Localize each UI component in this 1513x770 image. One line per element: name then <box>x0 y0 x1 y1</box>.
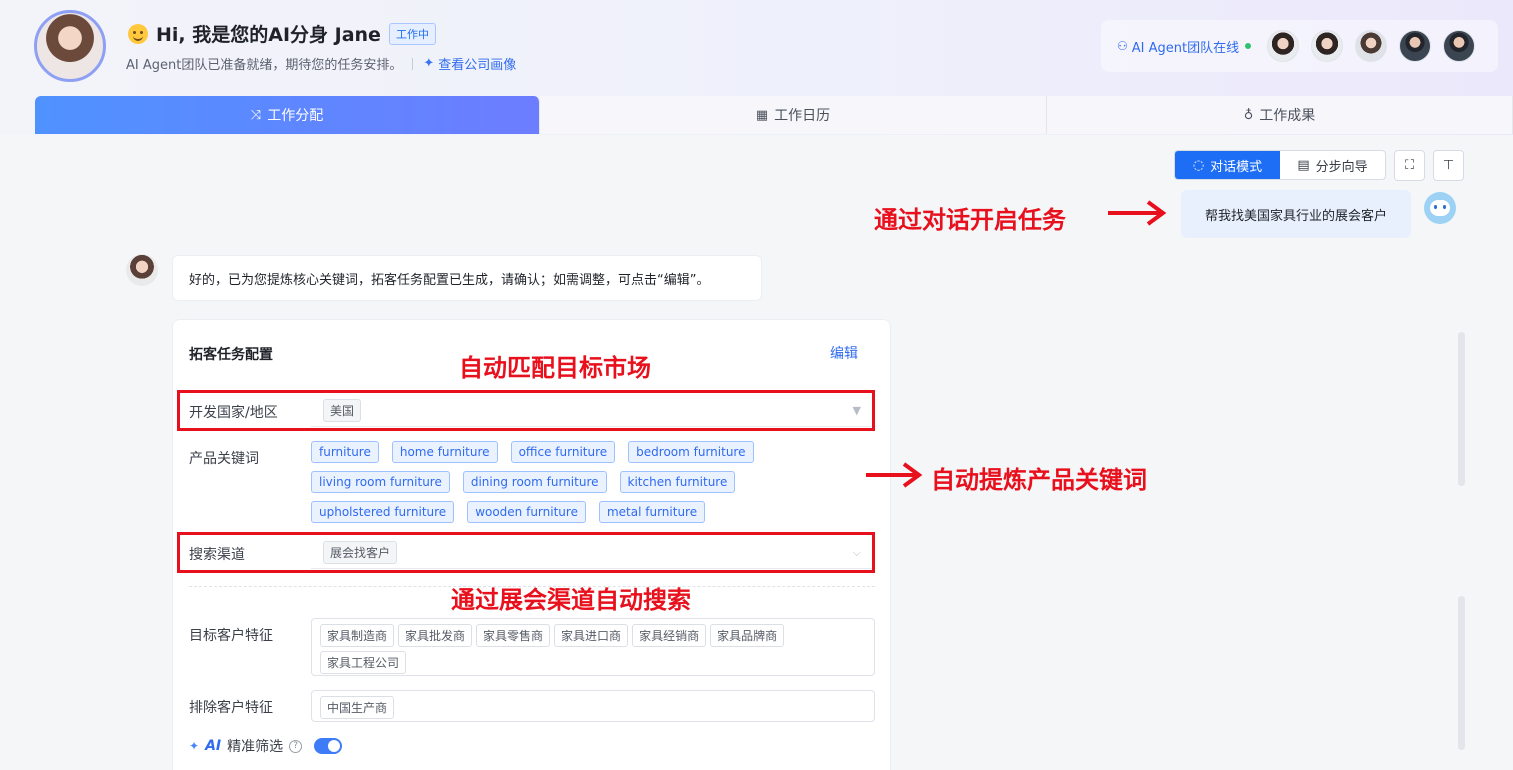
list-icon: ▤ <box>1297 157 1310 173</box>
fullscreen-icon: ⛶ <box>1404 158 1415 173</box>
status-badge: 工作中 <box>388 22 436 45</box>
agent-avatar[interactable] <box>1355 30 1388 62</box>
keyword-tag[interactable]: living room furniture <box>311 471 450 493</box>
keyword-tag[interactable]: office furniture <box>510 441 616 463</box>
fullscreen-button[interactable]: ⛶ <box>1394 150 1425 181</box>
user-avatar[interactable] <box>34 10 106 82</box>
arrow-right-icon <box>866 462 923 488</box>
scrollbar-thumb[interactable] <box>1458 332 1465 486</box>
team-avatars <box>1267 30 1476 62</box>
assistant-message: 好的，已为您提炼核心关键词，拓客任务配置已生成，请确认；如需调整，可点击“编辑”… <box>172 255 762 301</box>
exclude-features-field[interactable]: 中国生产商 <box>311 690 875 722</box>
smile-emoji-icon <box>128 23 148 44</box>
exclude-label: 排除客户特征 <box>189 700 273 716</box>
scroll-top-button[interactable]: ⊤ <box>1433 150 1464 181</box>
keywords-list: furniture home furniture office furnitur… <box>311 441 871 523</box>
bot-avatar <box>1424 192 1456 224</box>
tab-label: 工作分配 <box>267 108 324 124</box>
target-tag: 家具进口商 <box>554 624 629 647</box>
assistant-avatar <box>126 254 158 286</box>
target-tag: 家具制造商 <box>320 624 395 647</box>
calendar-icon: ▦ <box>755 107 769 123</box>
ai-filter-row: ✦ AI 精准筛选 ? <box>189 736 343 756</box>
target-tag: 家具零售商 <box>476 624 551 647</box>
keyword-tag[interactable]: upholstered furniture <box>311 501 455 523</box>
wizard-mode-button[interactable]: ▤ 分步向导 <box>1280 151 1385 179</box>
company-profile-link[interactable]: ✦ 查看公司画像 <box>423 54 516 73</box>
keyword-tag[interactable]: wooden furniture <box>467 501 586 523</box>
company-profile-label: 查看公司画像 <box>438 58 517 73</box>
edit-button[interactable]: 编辑 <box>830 343 858 363</box>
highlight-country <box>177 390 875 431</box>
exclude-tag: 中国生产商 <box>320 696 395 719</box>
target-tag: 家具工程公司 <box>320 651 407 674</box>
target-tag: 家具经销商 <box>632 624 707 647</box>
to-top-icon: ⊤ <box>1442 158 1455 173</box>
target-features-field[interactable]: 家具制造商 家具批发商 家具零售商 家具进口商 家具经销商 家具品牌商 家具工程… <box>311 618 875 676</box>
award-icon: ♁ <box>1243 107 1254 123</box>
tab-label: 工作成果 <box>1259 108 1316 124</box>
agent-avatar[interactable] <box>1267 30 1300 62</box>
chat-mode-label: 对话模式 <box>1210 159 1263 175</box>
annotation-start-task: 通过对话开启任务 <box>874 206 1066 234</box>
sparkle-icon: ✦ <box>423 56 435 71</box>
annotation-extract-keywords: 自动提炼产品关键词 <box>931 466 1147 494</box>
ai-label: AI <box>205 738 222 754</box>
target-tag: 家具品牌商 <box>710 624 785 647</box>
team-online-panel: ⚇ AI Agent团队在线 <box>1101 20 1498 72</box>
ai-filter-toggle[interactable] <box>314 738 343 754</box>
agent-avatar[interactable] <box>1443 30 1476 62</box>
keyword-tag[interactable]: kitchen furniture <box>619 471 736 493</box>
subtitle-row: AI Agent团队已准备就绪，期待您的任务安排。 ✦ 查看公司画像 <box>126 54 516 73</box>
agent-avatar[interactable] <box>1311 30 1344 62</box>
annotation-match-market: 自动匹配目标市场 <box>459 354 651 382</box>
tab-work-calendar[interactable]: ▦ 工作日历 <box>540 96 1047 134</box>
team-label-text: AI Agent团队在线 <box>1131 40 1240 56</box>
sparkle-icon: ✦ <box>189 739 200 753</box>
keywords-label: 产品关键词 <box>189 451 259 467</box>
annotation-search-channel: 通过展会渠道自动搜索 <box>451 586 691 614</box>
arrow-right-icon <box>1108 200 1167 226</box>
keyword-tag[interactable]: dining room furniture <box>462 471 607 493</box>
shuffle-icon: ⤨ <box>250 107 262 123</box>
chat-bubble-icon: ◌ <box>1192 157 1205 173</box>
tab-work-assignment[interactable]: ⤨ 工作分配 <box>35 96 540 134</box>
subtitle-text: AI Agent团队已准备就绪，期待您的任务安排。 <box>126 58 403 73</box>
divider <box>412 57 414 70</box>
keyword-tag[interactable]: metal furniture <box>598 501 706 523</box>
tab-work-results[interactable]: ♁ 工作成果 <box>1047 96 1513 134</box>
mode-switch: ◌ 对话模式 ▤ 分步向导 <box>1174 150 1386 180</box>
agent-avatar[interactable] <box>1399 30 1432 62</box>
target-tag: 家具批发商 <box>398 624 473 647</box>
config-title: 拓客任务配置 <box>189 347 273 363</box>
online-indicator <box>1245 43 1252 49</box>
robot-icon <box>1430 200 1450 216</box>
wizard-mode-label: 分步向导 <box>1315 159 1368 175</box>
target-label: 目标客户特征 <box>189 628 273 644</box>
keyword-tag[interactable]: bedroom furniture <box>628 441 754 463</box>
greeting-row: Hi, 我是您的AI分身 Jane 工作中 <box>128 20 436 47</box>
tab-label: 工作日历 <box>774 108 831 124</box>
main-tabs: ⤨ 工作分配 ▦ 工作日历 ♁ 工作成果 <box>35 96 1513 134</box>
ai-filter-label: 精准筛选 <box>227 739 284 755</box>
team-online-label[interactable]: ⚇ AI Agent团队在线 <box>1117 37 1252 56</box>
scrollbar-thumb[interactable] <box>1458 596 1465 750</box>
highlight-channel <box>177 532 875 573</box>
team-icon: ⚇ <box>1117 39 1128 53</box>
help-icon[interactable]: ? <box>289 739 303 753</box>
greeting-title: Hi, 我是您的AI分身 Jane <box>156 24 381 46</box>
keyword-tag[interactable]: furniture <box>311 441 379 463</box>
user-message: 帮我找美国家具行业的展会客户 <box>1181 190 1411 238</box>
keyword-tag[interactable]: home furniture <box>391 441 498 463</box>
chat-mode-button[interactable]: ◌ 对话模式 <box>1175 151 1280 179</box>
